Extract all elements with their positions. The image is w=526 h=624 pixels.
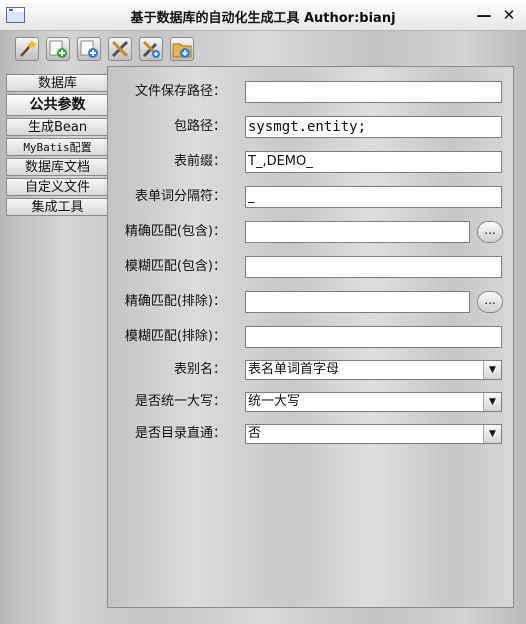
chevron-down-icon[interactable]: ▼: [483, 425, 501, 443]
exact-exclude-label: 精确匹配(排除)：: [124, 294, 226, 309]
table-prefix-label: 表前缀：: [173, 154, 226, 169]
minimize-button[interactable]: —: [474, 5, 494, 25]
save-path-label: 文件保存路径：: [134, 84, 226, 99]
tools-icon[interactable]: [108, 37, 132, 61]
fuzzy-include-label: 模糊匹配(包含)：: [124, 259, 226, 274]
exact-include-label: 精确匹配(包含)：: [124, 224, 226, 239]
table-alias-value: 表名单词首字母: [248, 362, 340, 377]
dir-direct-value: 否: [248, 426, 262, 441]
table-prefix-input[interactable]: T_,DEMO_: [245, 151, 502, 173]
folder-download-icon[interactable]: [170, 37, 194, 61]
close-button[interactable]: ✕: [499, 5, 519, 25]
magic-wand-icon[interactable]: [15, 37, 39, 61]
uppercase-value: 统一大写: [248, 394, 301, 409]
chevron-down-icon[interactable]: ▼: [483, 361, 501, 379]
exact-include-input[interactable]: [245, 221, 470, 243]
fuzzy-exclude-input[interactable]: [245, 326, 502, 348]
add-page-icon[interactable]: [77, 37, 101, 61]
toolbar: [0, 31, 526, 69]
fuzzy-include-input[interactable]: [245, 256, 502, 278]
dir-direct-label: 是否目录直通：: [134, 426, 226, 441]
uppercase-select[interactable]: 统一大写 ▼: [245, 392, 502, 412]
package-path-label: 包路径：: [173, 119, 226, 134]
dir-direct-select[interactable]: 否 ▼: [245, 424, 502, 444]
exact-exclude-input[interactable]: [245, 291, 470, 313]
chevron-down-icon[interactable]: ▼: [483, 393, 501, 411]
fuzzy-exclude-label: 模糊匹配(排除)：: [124, 329, 226, 344]
word-separator-label: 表单词分隔符：: [134, 189, 226, 204]
table-alias-select[interactable]: 表名单词首字母 ▼: [245, 360, 502, 380]
title-bar: 基于数据库的自动化生成工具 Author:bianj — ✕: [0, 0, 526, 31]
settings-add-icon[interactable]: [139, 37, 163, 61]
save-path-input[interactable]: [245, 81, 502, 103]
package-path-input[interactable]: sysmgt.entity;: [245, 116, 502, 138]
uppercase-label: 是否统一大写：: [134, 394, 226, 409]
exact-include-browse-button[interactable]: ...: [477, 221, 503, 243]
add-new-icon[interactable]: [46, 37, 70, 61]
exact-exclude-browse-button[interactable]: ...: [477, 291, 503, 313]
word-separator-input[interactable]: _: [245, 186, 502, 208]
window-title: 基于数据库的自动化生成工具 Author:bianj: [130, 11, 396, 26]
table-alias-label: 表别名：: [173, 362, 226, 377]
